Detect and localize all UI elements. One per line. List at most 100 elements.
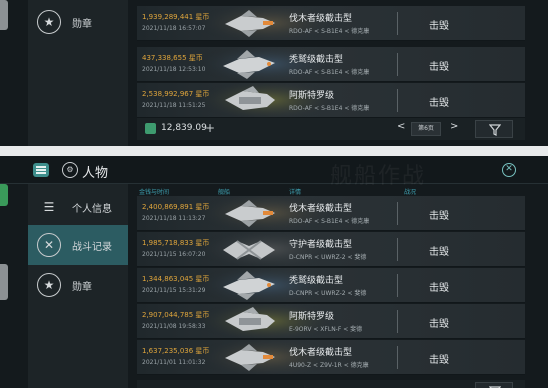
table-row[interactable]: 1,985,718,833 星币 2021/11/15 16:07:20 守护者… xyxy=(137,232,525,267)
ship-name: 阿斯特罗级 xyxy=(289,312,335,322)
column-header: 舰船 xyxy=(218,189,231,196)
combat-result: 击毁 xyxy=(429,283,449,294)
page-indicator: 第6页 xyxy=(411,122,441,136)
location: D-CNPR < UWRZ-2 < 斐德 xyxy=(289,290,367,297)
location: RDO-AF < S-B1E4 < 德克康 xyxy=(289,28,370,35)
sidebar-item-label: 个人信息 xyxy=(72,203,112,215)
left-edge-tab xyxy=(0,0,8,30)
isk-value: 2,400,869,891 星币 xyxy=(142,203,210,211)
bottom-capture: ⚙ 人物 舰船作战 ✕ ☰ 个人信息 ✕ 战斗记录 ★ 勋章 金钱与时间 舰船 … xyxy=(0,156,548,388)
combat-result: 击毁 xyxy=(429,98,449,109)
filter-button[interactable] xyxy=(475,120,513,138)
filter-button[interactable] xyxy=(475,382,513,388)
isk-value: 437,338,655 星币 xyxy=(142,54,203,62)
timestamp: 2021/11/01 11:01:32 xyxy=(142,359,206,366)
sidebar-item-battle-record[interactable]: ✕ 战斗记录 xyxy=(28,225,128,265)
ship-name: 秃鹫级截击型 xyxy=(289,55,344,65)
ship-icon xyxy=(225,344,275,371)
column-header: 战况 xyxy=(404,189,417,196)
combat-result: 击毁 xyxy=(429,62,449,73)
page-title: 人物 xyxy=(82,166,109,181)
ship-icon xyxy=(223,50,275,79)
timestamp: 2021/11/18 11:51:25 xyxy=(142,102,206,109)
next-page-button[interactable]: > xyxy=(450,121,458,132)
table-row[interactable]: 2,400,869,891 星币 2021/11/18 11:13:27 伐木者… xyxy=(137,196,525,231)
prev-page-button[interactable]: < xyxy=(397,121,405,132)
isk-value: 1,985,718,833 星币 xyxy=(142,239,210,247)
star-medal-icon: ★ xyxy=(37,273,61,297)
star-medal-icon: ★ xyxy=(37,10,61,34)
background-watermark: 舰船作战 xyxy=(330,164,427,189)
combat-result: 击毁 xyxy=(429,21,449,32)
isk-value: 2,538,992,967 星币 xyxy=(142,90,210,98)
ship-icon xyxy=(225,86,275,110)
top-capture: ★ 勋章 1,939,289,441 星币 2021/11/18 16:57:0… xyxy=(0,0,548,146)
sidebar-item-label: 勋章 xyxy=(72,281,92,293)
combat-result: 击毁 xyxy=(429,355,449,366)
ship-name: 秃鹫级截击型 xyxy=(289,276,344,286)
table-row[interactable]: 2,538,992,967 星币 2021/11/18 11:51:25 阿斯特… xyxy=(137,83,525,118)
divider xyxy=(397,274,398,297)
timestamp: 2021/11/08 19:58:33 xyxy=(142,323,206,330)
divider xyxy=(397,310,398,333)
sidebar-item-profile[interactable]: ☰ 个人信息 xyxy=(28,187,128,227)
location: RDO-AF < S-B1E4 < 德克康 xyxy=(289,69,370,76)
divider xyxy=(397,202,398,225)
wallet-balance: 12,839.09 xyxy=(161,123,207,133)
divider xyxy=(397,238,398,261)
table-row[interactable]: 1,939,289,441 星币 2021/11/18 16:57:07 伐木者… xyxy=(137,6,525,41)
add-funds-button[interactable]: + xyxy=(203,121,217,135)
ship-name: 伐木者级截击型 xyxy=(289,204,353,214)
ship-name: 守护者级截击型 xyxy=(289,240,353,250)
timestamp: 2021/11/18 16:57:07 xyxy=(142,25,206,32)
divider xyxy=(397,346,398,369)
title-bar: ⚙ 人物 舰船作战 ✕ xyxy=(0,156,548,189)
left-edge-tab xyxy=(0,184,8,206)
ship-name: 伐木者级截击型 xyxy=(289,348,353,358)
ship-name: 伐木者级截击型 xyxy=(289,14,353,24)
combat-result: 击毁 xyxy=(429,319,449,330)
capture-separator xyxy=(0,146,548,156)
divider xyxy=(397,53,398,76)
list-footer: 12,839.09 + < 第6页 > xyxy=(137,118,525,140)
isk-value: 1,939,289,441 星币 xyxy=(142,13,210,21)
crossed-swords-icon: ✕ xyxy=(37,233,61,257)
combat-result: 击毁 xyxy=(429,211,449,222)
sidebar-item-medals[interactable]: ★ 勋章 xyxy=(28,2,128,42)
combat-result: 击毁 xyxy=(429,247,449,258)
wallet-icon xyxy=(145,123,156,134)
ship-icon xyxy=(223,240,275,260)
location: 4U90-Z < Z9V-1R < 德克康 xyxy=(289,362,369,369)
timestamp: 2021/11/18 11:13:27 xyxy=(142,215,206,222)
sidebar: ★ 勋章 xyxy=(28,0,128,146)
list-footer xyxy=(137,380,525,388)
table-row[interactable]: 1,344,863,045 星币 2021/11/15 15:31:29 秃鹫级… xyxy=(137,268,525,303)
ship-icon xyxy=(225,307,275,331)
isk-value: 1,344,863,045 星币 xyxy=(142,275,210,283)
location: RDO-AF < S-B1E4 < 德克康 xyxy=(289,105,370,112)
column-header: 详情 xyxy=(289,189,302,196)
timestamp: 2021/11/15 16:07:20 xyxy=(142,251,206,258)
ship-icon xyxy=(223,271,275,300)
isk-value: 2,907,044,785 星币 xyxy=(142,311,210,319)
divider xyxy=(397,89,398,112)
table-row[interactable]: 437,338,655 星币 2021/11/18 12:53:10 秃鹫级截击… xyxy=(137,47,525,82)
column-header: 金钱与时间 xyxy=(139,189,170,196)
ship-icon xyxy=(225,10,275,37)
sidebar-item-label: 战斗记录 xyxy=(72,241,112,253)
ship-icon xyxy=(225,200,275,227)
sidebar: ☰ 个人信息 ✕ 战斗记录 ★ 勋章 xyxy=(28,184,128,388)
table-row[interactable]: 2,907,044,785 星币 2021/11/08 19:58:33 阿斯特… xyxy=(137,304,525,339)
divider xyxy=(397,12,398,35)
filter-icon xyxy=(489,124,501,136)
isk-value: 1,637,235,036 星币 xyxy=(142,347,210,355)
close-button[interactable]: ✕ xyxy=(502,163,516,177)
ship-name: 阿斯特罗级 xyxy=(289,91,335,101)
table-row[interactable]: 1,637,235,036 星币 2021/11/01 11:01:32 伐木者… xyxy=(137,340,525,375)
location: D-CNPR < UWRZ-2 < 斐德 xyxy=(289,254,367,261)
left-edge-tab xyxy=(0,264,8,300)
list-icon: ☰ xyxy=(43,200,55,214)
location: E-9ORV < XFLN-F < 斐德 xyxy=(289,326,363,333)
menu-button[interactable] xyxy=(33,163,49,177)
sidebar-item-medals[interactable]: ★ 勋章 xyxy=(28,265,128,305)
